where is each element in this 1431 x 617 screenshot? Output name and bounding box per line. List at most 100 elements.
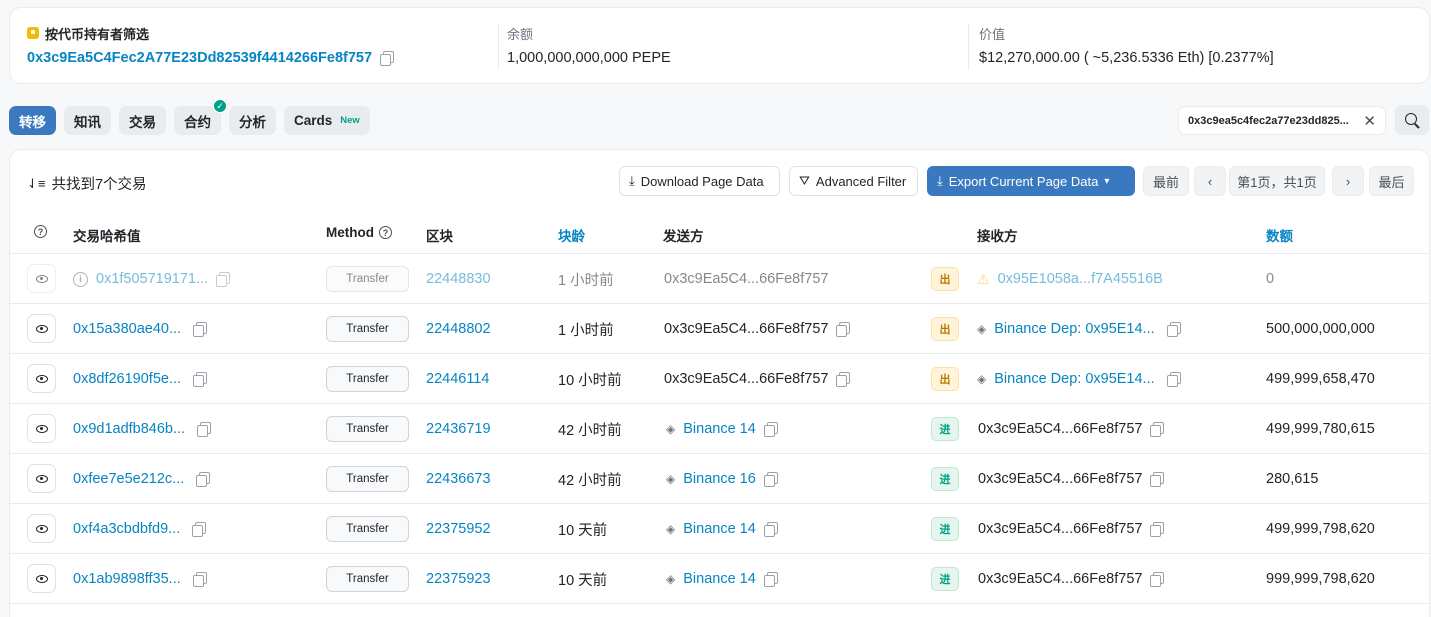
from-address-link[interactable]: Binance 14	[683, 521, 756, 537]
contract-diamond-icon: ◈	[977, 372, 987, 386]
copy-icon[interactable]	[763, 572, 778, 587]
from-address[interactable]: 0x3c9Ea5C4...66Fe8f757	[664, 371, 828, 387]
download-label: Download Page Data	[640, 173, 764, 189]
view-details-button[interactable]	[27, 264, 56, 293]
warning-icon: ⚠	[977, 270, 990, 287]
tx-hash-link[interactable]: 0x1ab9898ff35...	[73, 571, 181, 587]
tx-hash-link[interactable]: 0x15a380ae40...	[73, 321, 181, 337]
download-icon: ⤓	[629, 173, 635, 188]
tab-contract[interactable]: 合约 ✓	[174, 99, 227, 135]
tx-hash-link[interactable]: 0x8df26190f5e...	[73, 371, 181, 387]
tab-info[interactable]: 知讯	[64, 106, 111, 135]
eye-icon	[35, 574, 48, 583]
holder-filter-label: 按代币持有者筛选	[27, 24, 477, 42]
view-details-button[interactable]	[27, 564, 56, 593]
block-link[interactable]: 22436719	[426, 404, 491, 454]
export-page-data-button[interactable]: ⤓ Export Current Page Data ▾	[927, 166, 1135, 196]
view-details-button[interactable]	[27, 364, 56, 393]
tab-label: 知讯	[74, 114, 101, 130]
copy-icon[interactable]	[193, 372, 208, 387]
age-value: 1 小时前	[558, 322, 614, 339]
tab-trade[interactable]: 交易	[119, 106, 166, 135]
copy-icon[interactable]	[1150, 472, 1165, 487]
from-address-link[interactable]: Binance 14	[683, 421, 756, 437]
copy-icon[interactable]	[836, 372, 851, 387]
last-page-button[interactable]: 最后	[1369, 166, 1414, 196]
holder-address-link[interactable]: 0x3c9Ea5C4Fec2A77E23Dd82539f4414266Fe8f7…	[27, 50, 372, 66]
tx-hash-link[interactable]: 0x1f505719171...	[96, 271, 208, 287]
copy-icon[interactable]	[380, 51, 395, 66]
to-address[interactable]: 0x3c9Ea5C4...66Fe8f757	[978, 521, 1142, 537]
to-address-link[interactable]: 0x95E1058a...f7A45516B	[998, 271, 1163, 287]
question-icon[interactable]: ?	[379, 226, 392, 239]
prev-page-button[interactable]: ‹	[1194, 166, 1226, 196]
age-value: 42 小时前	[558, 422, 622, 439]
from-column-header: 发送方	[663, 229, 704, 244]
last-page-label: 最后	[1378, 174, 1405, 190]
from-address[interactable]: 0x3c9Ea5C4...66Fe8f757	[664, 321, 828, 337]
to-address-link[interactable]: Binance Dep: 0x95E14...	[994, 371, 1154, 387]
to-address-link[interactable]: Binance Dep: 0x95E14...	[994, 321, 1154, 337]
address-filter-pill: 0x3c9ea5c4fec2a77e23dd825... ✕	[1178, 106, 1386, 135]
block-link[interactable]: 22375923	[426, 554, 491, 604]
search-button[interactable]	[1395, 105, 1429, 135]
to-address[interactable]: 0x3c9Ea5C4...66Fe8f757	[978, 471, 1142, 487]
copy-icon[interactable]	[1150, 522, 1165, 537]
copy-icon[interactable]	[763, 422, 778, 437]
to-address[interactable]: 0x3c9Ea5C4...66Fe8f757	[978, 571, 1142, 587]
view-details-button[interactable]	[27, 464, 56, 493]
tx-hash-link[interactable]: 0x9d1adfb846b...	[73, 421, 185, 437]
block-link[interactable]: 22448802	[426, 304, 491, 354]
direction-in-badge: 进	[931, 517, 959, 541]
tab-label: 交易	[129, 114, 156, 130]
amount-value: 500,000,000,000	[1266, 321, 1375, 337]
block-link[interactable]: 22375952	[426, 504, 491, 554]
view-details-button[interactable]	[27, 414, 56, 443]
copy-icon[interactable]	[836, 322, 851, 337]
tx-hash-link[interactable]: 0xf4a3cbdbfd9...	[73, 521, 180, 537]
sort-icon[interactable]: ⇃≡	[27, 176, 45, 192]
copy-icon[interactable]	[1166, 322, 1181, 337]
method-header-label: Method	[326, 225, 374, 240]
age-value: 42 小时前	[558, 472, 622, 489]
copy-icon[interactable]	[197, 422, 212, 437]
tab-analytics[interactable]: 分析	[229, 106, 276, 135]
question-icon[interactable]: ?	[34, 225, 47, 238]
copy-icon[interactable]	[763, 522, 778, 537]
copy-icon[interactable]	[192, 572, 207, 587]
download-page-data-button[interactable]: ⤓ Download Page Data	[619, 166, 780, 196]
from-address-link[interactable]: Binance 14	[683, 571, 756, 587]
page-indicator-label: 第1页，共1页	[1237, 174, 1317, 190]
copy-icon[interactable]	[192, 522, 207, 537]
next-page-button[interactable]: ›	[1332, 166, 1364, 196]
first-page-button[interactable]: 最前	[1143, 166, 1189, 196]
transfers-card: ⇃≡ 共找到7个交易 ⤓ Download Page Data ⛛ Advanc…	[9, 149, 1430, 617]
block-link[interactable]: 22448830	[426, 254, 491, 304]
advanced-filter-button[interactable]: ⛛ Advanced Filter	[789, 166, 918, 196]
from-address[interactable]: 0x3c9Ea5C4...66Fe8f757	[664, 254, 828, 304]
from-address-link[interactable]: Binance 16	[683, 471, 756, 487]
tx-hash-link[interactable]: 0xfee7e5e212c...	[73, 471, 184, 487]
copy-icon[interactable]	[1150, 572, 1165, 587]
view-details-button[interactable]	[27, 314, 56, 343]
tab-transfers[interactable]: 转移	[9, 106, 56, 135]
block-link[interactable]: 22446114	[426, 354, 489, 404]
eye-icon	[35, 374, 48, 383]
view-details-button[interactable]	[27, 514, 56, 543]
copy-icon[interactable]	[1166, 372, 1181, 387]
block-link[interactable]: 22436673	[426, 454, 491, 504]
amount-column-header[interactable]: 数额	[1266, 225, 1293, 245]
found-count: ⇃≡ 共找到7个交易	[27, 173, 147, 194]
chevron-right-icon: ›	[1345, 173, 1351, 189]
close-icon[interactable]: ✕	[1363, 112, 1376, 130]
copy-icon[interactable]	[763, 472, 778, 487]
copy-icon[interactable]	[193, 322, 208, 337]
copy-icon[interactable]	[196, 472, 211, 487]
age-value: 1 小时前	[558, 272, 614, 289]
copy-icon[interactable]	[1150, 422, 1165, 437]
table-row: 0x9d1adfb846b... Transfer 22436719 42 小时…	[10, 404, 1429, 454]
tab-cards[interactable]: Cards New	[284, 106, 370, 135]
age-column-header[interactable]: 块龄	[558, 225, 585, 245]
to-address[interactable]: 0x3c9Ea5C4...66Fe8f757	[978, 421, 1142, 437]
copy-icon[interactable]	[216, 272, 231, 287]
